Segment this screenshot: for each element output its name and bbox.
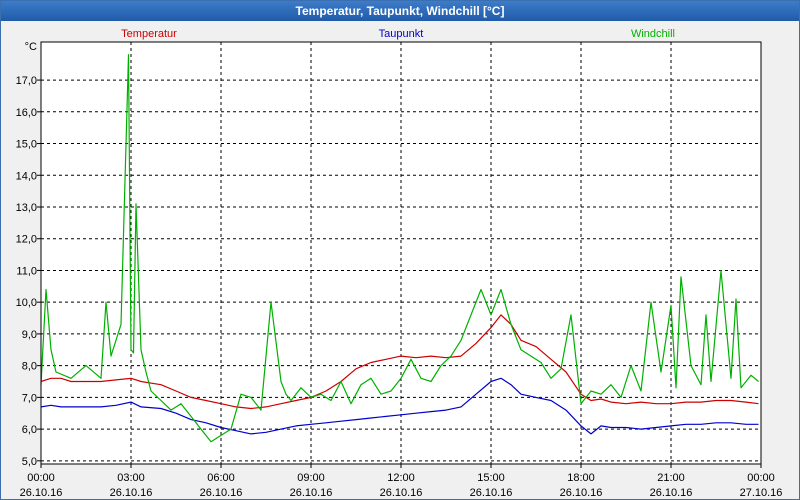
legend-label-windchill: Windchill [631, 28, 675, 40]
y-tick-label: 8,0 [22, 361, 37, 373]
legend-label-temperatur: Temperatur [121, 28, 177, 40]
x-tick-date-label: 26.10.16 [560, 487, 603, 499]
x-tick-date-label: 27.10.16 [740, 487, 783, 499]
y-tick-label: 16,0 [16, 107, 37, 119]
y-tick-label: 9,0 [22, 329, 37, 341]
x-tick-date-label: 26.10.16 [380, 487, 423, 499]
x-tick-time-label: 12:00 [387, 472, 415, 484]
y-tick-label: 6,0 [22, 424, 37, 436]
x-tick-time-label: 00:00 [27, 472, 55, 484]
x-tick-time-label: 15:00 [477, 472, 505, 484]
y-tick-label: 13,0 [16, 202, 37, 214]
y-tick-label: 10,0 [16, 297, 37, 309]
x-tick-date-label: 26.10.16 [110, 487, 153, 499]
y-tick-label: 11,0 [16, 265, 37, 277]
y-tick-label: 5,0 [22, 456, 37, 468]
y-axis-unit-label: °C [25, 41, 37, 53]
x-tick-date-label: 26.10.16 [290, 487, 333, 499]
x-tick-date-label: 26.10.16 [200, 487, 243, 499]
x-tick-date-label: 26.10.16 [470, 487, 513, 499]
x-tick-time-label: 03:00 [117, 472, 145, 484]
chart-window: Temperatur, Taupunkt, Windchill [°C] 5,0… [0, 0, 800, 500]
chart-canvas: 5,0 6,0 7,0 8,0 9,0 10,0 11,0 12,0 13,0 14,0 15,0 1… [16, 28, 783, 499]
x-tick-time-label: 09:00 [297, 472, 325, 484]
legend-label-taupunkt: Taupunkt [379, 28, 424, 40]
y-tick-label: 17,0 [16, 75, 37, 87]
y-tick-label: 7,0 [22, 392, 37, 404]
y-tick-label: 15,0 [16, 139, 37, 151]
x-tick-time-label: 00:00 [747, 472, 775, 484]
x-tick-date-label: 26.10.16 [20, 487, 63, 499]
window-title: Temperatur, Taupunkt, Windchill [°C] [1, 1, 799, 21]
x-tick-time-label: 18:00 [567, 472, 595, 484]
y-tick-label: 14,0 [16, 170, 37, 182]
x-tick-time-label: 06:00 [207, 472, 235, 484]
x-tick-time-label: 21:00 [657, 472, 685, 484]
y-tick-label: 12,0 [16, 234, 37, 246]
legend: Temperatur Taupunkt Windchill [121, 28, 675, 40]
x-tick-date-label: 26.10.16 [650, 487, 693, 499]
